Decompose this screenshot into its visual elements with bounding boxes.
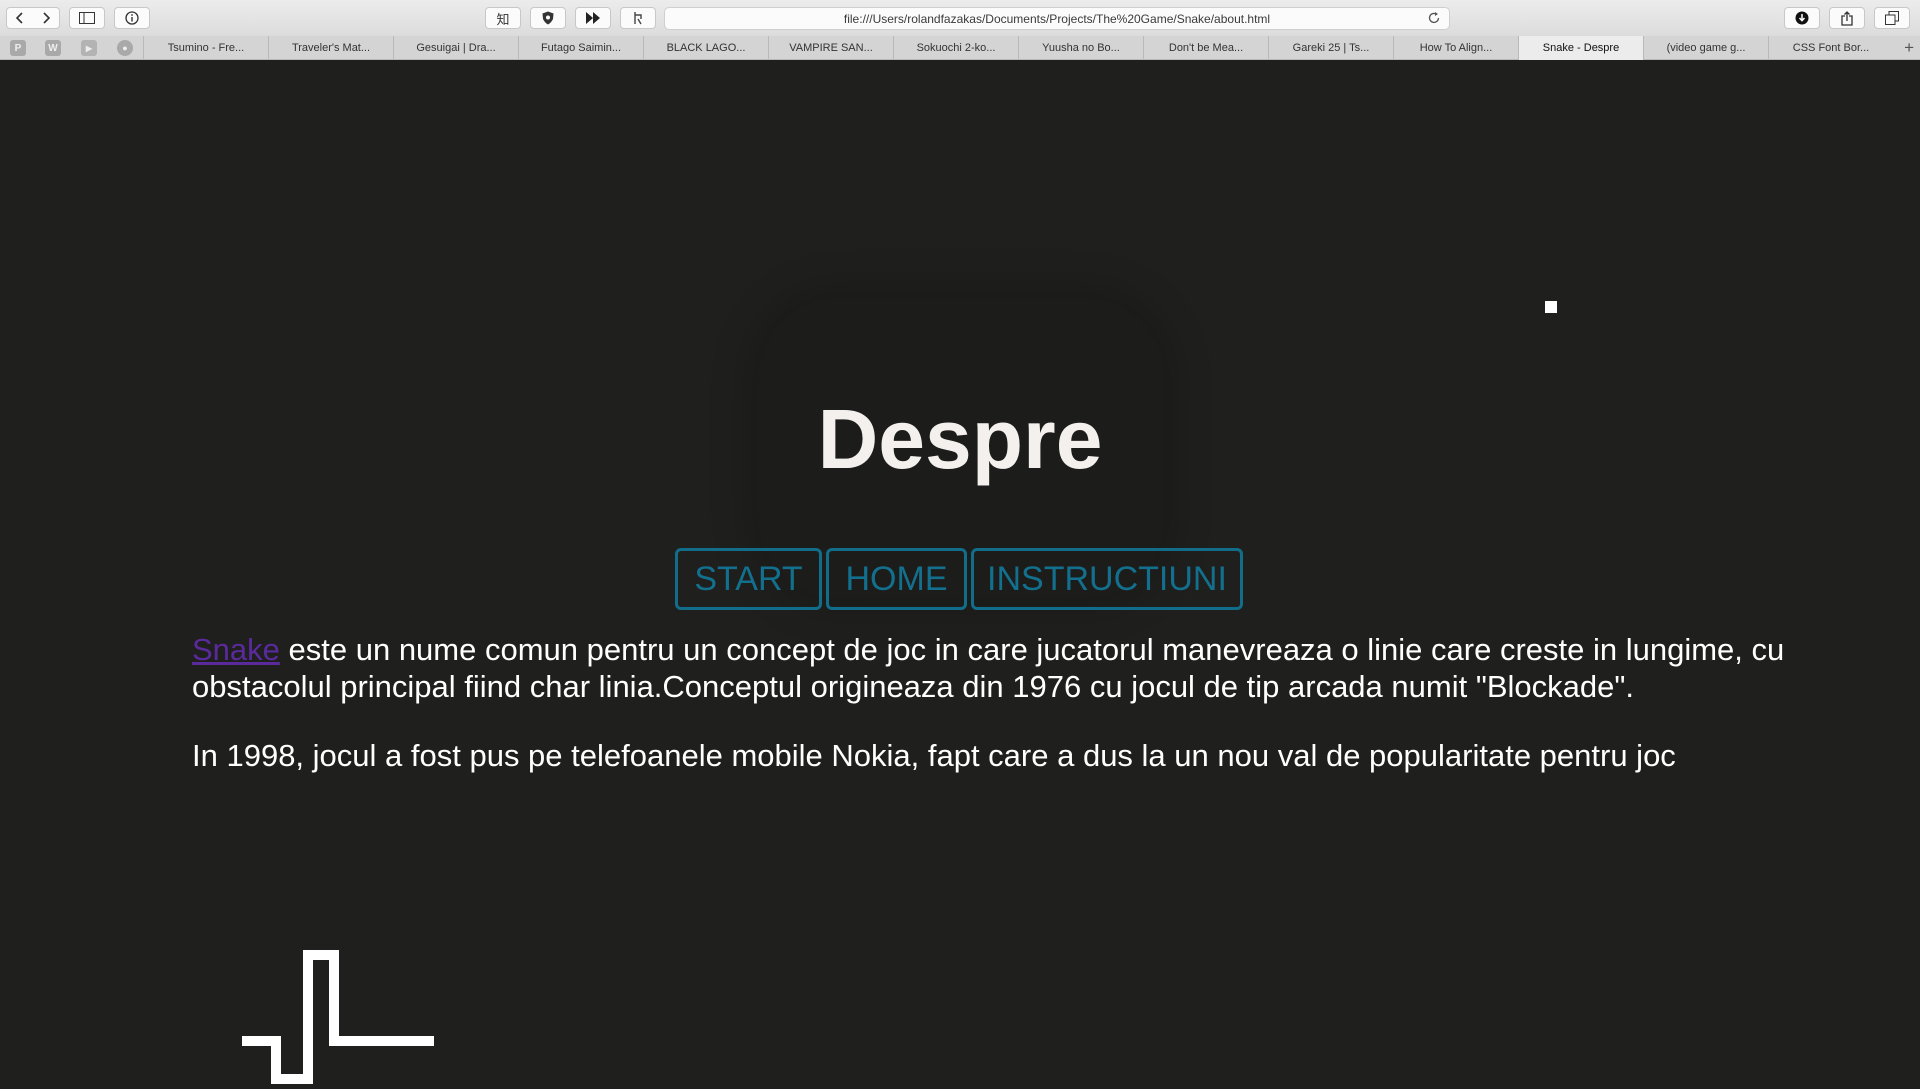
downloads-button[interactable] [1784, 7, 1820, 29]
pinned-tab-youtube[interactable]: ▶ [81, 40, 97, 56]
tab-label: BLACK LAGO... [666, 42, 746, 54]
tab-label: Don't be Mea... [1168, 42, 1244, 54]
about-text: Snake este un nume comun pentru un conce… [192, 631, 1852, 806]
tab-label: Futago Saimin... [540, 42, 622, 54]
home-button[interactable]: HOME [826, 548, 967, 610]
back-icon[interactable] [15, 12, 25, 24]
tab[interactable]: Traveler's Mat... [268, 36, 393, 60]
tab[interactable]: Sokuochi 2-ko... [893, 36, 1018, 60]
address-text: file:///Users/rolandfazakas/Documents/Pr… [843, 11, 1271, 26]
nav-buttons: START HOME INSTRUCTIUNI [675, 548, 1243, 610]
tab-label: Sokuochi 2-ko... [916, 42, 996, 54]
page-info-button[interactable] [114, 7, 150, 29]
paragraph-intro-text: este un nume comun pentru un concept de … [192, 632, 1785, 704]
tab[interactable]: Tsumino - Fre... [143, 36, 268, 60]
tab-label: Yuusha no Bo... [1042, 42, 1120, 54]
snake-body [242, 950, 434, 1084]
tab[interactable]: (video game g... [1643, 36, 1768, 60]
sidebar-icon [79, 12, 95, 24]
tab-bar: P W ▶ ● Tsumino - Fre... Traveler's Mat.… [0, 36, 1920, 60]
tab-label: VAMPIRE SAN... [789, 42, 873, 54]
tab-label: (video game g... [1666, 42, 1746, 54]
forward-icon[interactable] [41, 12, 51, 24]
tab[interactable]: Gesuigai | Dra... [393, 36, 518, 60]
share-icon [1841, 10, 1853, 26]
shield-extension-button[interactable] [530, 7, 566, 29]
github-favicon-icon: ● [122, 43, 128, 53]
translate-icon: 知 [496, 12, 510, 28]
w-favicon-icon: W [48, 42, 58, 54]
tab-label: Traveler's Mat... [291, 42, 371, 54]
p-favicon-icon: P [14, 42, 22, 54]
share-button[interactable] [1829, 7, 1865, 29]
sidebar-toggle-button[interactable] [69, 7, 105, 29]
paragraph-intro: Snake este un nume comun pentru un conce… [192, 631, 1852, 705]
snake-link[interactable]: Snake [192, 632, 280, 667]
snake-food [1545, 301, 1557, 313]
tab[interactable]: BLACK LAGO... [643, 36, 768, 60]
tab-label: How To Align... [1419, 42, 1493, 54]
address-bar[interactable]: file:///Users/rolandfazakas/Documents/Pr… [664, 7, 1450, 30]
tab[interactable]: CSS Font Bor... [1768, 36, 1893, 60]
tab[interactable]: Futago Saimin... [518, 36, 643, 60]
tab-label: CSS Font Bor... [1792, 42, 1870, 54]
fast-forward-button[interactable] [575, 7, 611, 29]
extension-icon [632, 11, 644, 25]
tab-label: Gareki 25 | Ts... [1292, 42, 1370, 54]
pinned-tab-github[interactable]: ● [117, 40, 133, 56]
tab[interactable]: Don't be Mea... [1143, 36, 1268, 60]
tab[interactable]: Gareki 25 | Ts... [1268, 36, 1393, 60]
instructions-button[interactable]: INSTRUCTIUNI [971, 548, 1243, 610]
download-icon [1795, 11, 1809, 25]
tabs-icon [1885, 11, 1899, 25]
pinned-tab-p[interactable]: P [10, 40, 26, 56]
tab[interactable]: VAMPIRE SAN... [768, 36, 893, 60]
shield-icon [542, 11, 554, 25]
tab-label: Snake - Despre [1542, 42, 1620, 54]
reload-icon[interactable] [1427, 11, 1441, 28]
snake-graphic [242, 950, 434, 1084]
youtube-favicon-icon: ▶ [85, 43, 93, 53]
paragraph-nokia: In 1998, jocul a fost pus pe telefoanele… [192, 738, 1676, 773]
pinned-tab-w[interactable]: W [45, 40, 61, 56]
fast-forward-icon [585, 12, 601, 24]
translate-button[interactable]: 知 [485, 7, 521, 29]
tab-label: Gesuigai | Dra... [416, 42, 496, 54]
tab-label: Tsumino - Fre... [167, 42, 245, 54]
page-title: Despre [817, 392, 1103, 486]
info-icon [125, 11, 139, 25]
page-content: Despre START HOME INSTRUCTIUNI Snake est… [0, 61, 1920, 1084]
browser-toolbar: 知 file:///Users/rolandfazakas/Documents/… [0, 0, 1920, 37]
extension-button[interactable] [620, 7, 656, 29]
tab-active[interactable]: Snake - Despre [1518, 36, 1643, 60]
tab[interactable]: Yuusha no Bo... [1018, 36, 1143, 60]
tab[interactable]: How To Align... [1393, 36, 1518, 60]
history-buttons [6, 7, 60, 29]
new-tab-icon[interactable]: + [1904, 38, 1914, 58]
start-button[interactable]: START [675, 548, 822, 610]
tab-overview-button[interactable] [1874, 7, 1910, 29]
